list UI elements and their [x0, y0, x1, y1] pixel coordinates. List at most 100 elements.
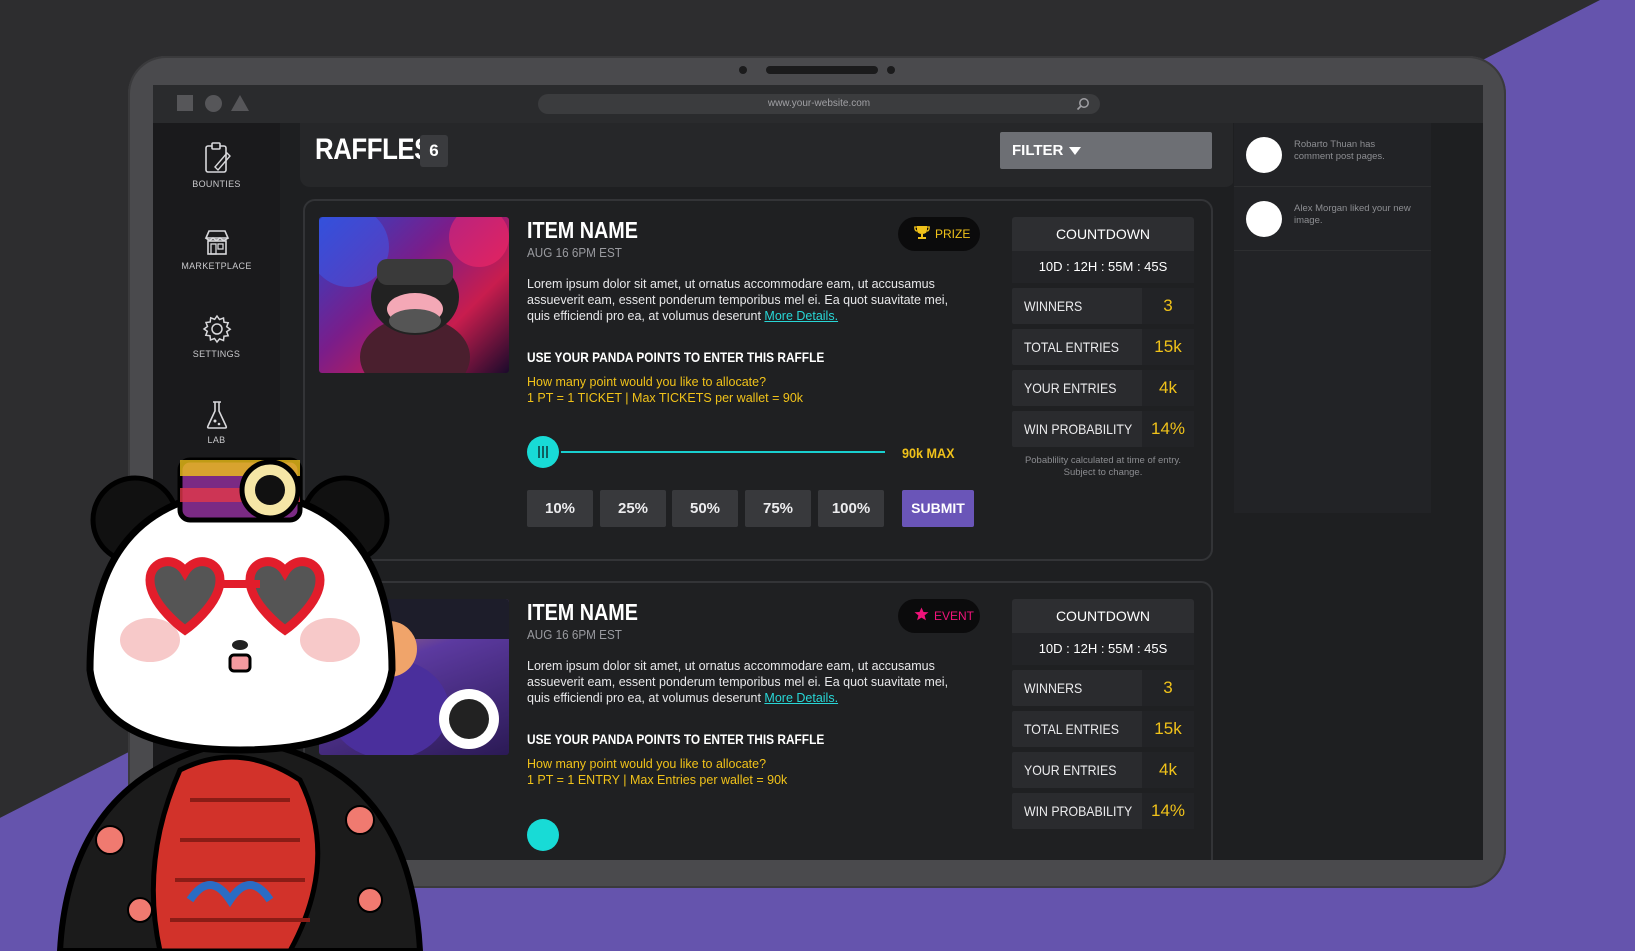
stat-value: 3 [1142, 670, 1194, 706]
percent-75-button[interactable]: 75% [745, 490, 811, 527]
raffle-item-name: ITEM NAME [527, 217, 638, 243]
flask-icon [153, 399, 280, 431]
star-icon [914, 600, 929, 634]
camera-dot [887, 66, 895, 74]
description-text: Lorem ipsum dolor sit amet, ut ornatus a… [527, 277, 949, 323]
more-details-link[interactable]: More Details. [764, 309, 838, 323]
sidebar-item-marketplace[interactable]: MARKETPLACE [153, 227, 280, 271]
description-text: Lorem ipsum dolor sit amet, ut ornatus a… [527, 659, 949, 705]
search-icon[interactable] [1076, 97, 1090, 119]
points-slider-handle[interactable] [527, 436, 559, 468]
avatar [1246, 137, 1282, 173]
points-slider-track[interactable] [543, 451, 885, 453]
page-title: RAFFLES [315, 133, 431, 166]
notifications-list: Robarto Thuan has comment post pages. Al… [1234, 123, 1431, 513]
raffles-header: RAFFLES 6 FILTER [300, 123, 1235, 187]
address-bar[interactable]: www.your-website.com [538, 94, 1100, 114]
stat-row-win-probability: WIN PROBABILITY 14% [1012, 793, 1194, 829]
prize-tag: PRIZE [898, 217, 980, 251]
notifications-panel: Robarto Thuan has comment post pages. Al… [1233, 123, 1483, 860]
storefront-icon [153, 227, 280, 257]
stat-label: WINNERS [1024, 680, 1083, 696]
raffle-stats: COUNTDOWN 10D : 12H : 55M : 45S WINNERS 3… [1012, 217, 1194, 479]
enter-raffle-heading: USE YOUR PANDA POINTS TO ENTER THIS RAFF… [527, 732, 825, 747]
stat-label: TOTAL ENTRIES [1024, 339, 1119, 355]
avatar [1246, 201, 1282, 237]
allocate-question: How many point would you like to allocat… [527, 757, 767, 771]
stat-row-total-entries: TOTAL ENTRIES 15k [1012, 329, 1194, 365]
percent-50-button[interactable]: 50% [672, 490, 738, 527]
window-square-control[interactable] [177, 95, 193, 111]
percent-10-button[interactable]: 10% [527, 490, 593, 527]
stat-row-your-entries: YOUR ENTRIES 4k [1012, 752, 1194, 788]
stat-row-winners: WINNERS 3 [1012, 288, 1194, 324]
countdown-label: COUNTDOWN [1012, 217, 1194, 251]
tag-label: EVENT [934, 609, 975, 623]
sidebar-item-lab[interactable]: LAB [153, 399, 280, 445]
url-text: www.your-website.com [767, 98, 871, 109]
ticket-rate-note: 1 PT = 1 TICKET | Max TICKETS per wallet… [527, 391, 804, 405]
sidebar-item-label: BOUNTIES [192, 179, 241, 189]
window-triangle-control[interactable] [231, 95, 249, 111]
stat-row-winners: WINNERS 3 [1012, 670, 1194, 706]
stat-row-your-entries: YOUR ENTRIES 4k [1012, 370, 1194, 406]
raffle-description: Lorem ipsum dolor sit amet, ut ornatus a… [527, 276, 967, 324]
clipboard-icon [153, 141, 280, 175]
stat-label: WIN PROBABILITY [1024, 803, 1133, 819]
raffle-item-image[interactable] [319, 217, 509, 373]
sidebar-item-label: SETTINGS [192, 349, 241, 359]
stat-value: 15k [1142, 329, 1194, 365]
notification-text: Robarto Thuan has comment post pages. [1294, 139, 1385, 162]
window-circle-control[interactable] [205, 95, 222, 112]
stat-label: YOUR ENTRIES [1024, 380, 1117, 396]
raffle-date: AUG 16 6PM EST [527, 627, 622, 642]
raffle-description: Lorem ipsum dolor sit amet, ut ornatus a… [527, 658, 967, 706]
countdown-timer: 10D : 12H : 55M : 45S [1012, 633, 1194, 665]
panda-mascot-illustration [40, 440, 460, 951]
enter-raffle-heading: USE YOUR PANDA POINTS TO ENTER THIS RAFF… [527, 350, 825, 365]
camera-dot [739, 66, 747, 74]
percent-100-button[interactable]: 100% [818, 490, 884, 527]
stat-label: YOUR ENTRIES [1024, 762, 1117, 778]
filter-label: FILTER [1012, 142, 1064, 159]
allocate-question: How many point would you like to allocat… [527, 375, 767, 389]
submit-button[interactable]: SUBMIT [902, 490, 974, 527]
stat-value: 3 [1142, 288, 1194, 324]
ticket-rate-note: 1 PT = 1 ENTRY | Max Entries per wallet … [527, 773, 788, 787]
raffle-count-badge: 6 [420, 135, 448, 167]
gear-icon [153, 313, 280, 345]
event-tag: EVENT [898, 599, 980, 633]
probability-note: Pobablility calculated at time of entry.… [1024, 455, 1182, 478]
stat-value: 15k [1142, 711, 1194, 747]
stat-row-total-entries: TOTAL ENTRIES 15k [1012, 711, 1194, 747]
speaker-grille [766, 66, 878, 74]
raffle-date: AUG 16 6PM EST [527, 245, 622, 260]
sidebar-item-label: MARKETPLACE [181, 261, 252, 271]
percent-25-button[interactable]: 25% [600, 490, 666, 527]
browser-bar: www.your-website.com [153, 85, 1483, 123]
raffle-stats: COUNTDOWN 10D : 12H : 55M : 45S WINNERS 3… [1012, 599, 1194, 829]
trophy-icon [914, 218, 930, 252]
max-points-label: 90k MAX [902, 445, 955, 461]
stat-label: TOTAL ENTRIES [1024, 721, 1119, 737]
stat-value: 14% [1142, 793, 1194, 829]
raffle-item-name: ITEM NAME [527, 599, 638, 625]
sidebar-item-settings[interactable]: SETTINGS [153, 313, 280, 359]
notification-item[interactable]: Alex Morgan liked your new image. [1234, 187, 1431, 251]
tag-label: PRIZE [935, 227, 971, 241]
countdown-timer: 10D : 12H : 55M : 45S [1012, 251, 1194, 283]
stat-value: 14% [1142, 411, 1194, 447]
stat-value: 4k [1142, 752, 1194, 788]
stat-label: WIN PROBABILITY [1024, 421, 1133, 437]
points-slider-handle[interactable] [527, 819, 559, 851]
sidebar-item-bounties[interactable]: BOUNTIES [153, 141, 280, 189]
filter-dropdown[interactable]: FILTER [1000, 132, 1212, 169]
notification-text: Alex Morgan liked your new image. [1294, 203, 1411, 226]
stat-row-win-probability: WIN PROBABILITY 14% [1012, 411, 1194, 447]
notification-item[interactable]: Robarto Thuan has comment post pages. [1234, 123, 1431, 187]
stat-label: WINNERS [1024, 298, 1083, 314]
more-details-link[interactable]: More Details. [764, 691, 838, 705]
caret-down-icon [1069, 147, 1082, 156]
countdown-label: COUNTDOWN [1012, 599, 1194, 633]
stat-value: 4k [1142, 370, 1194, 406]
